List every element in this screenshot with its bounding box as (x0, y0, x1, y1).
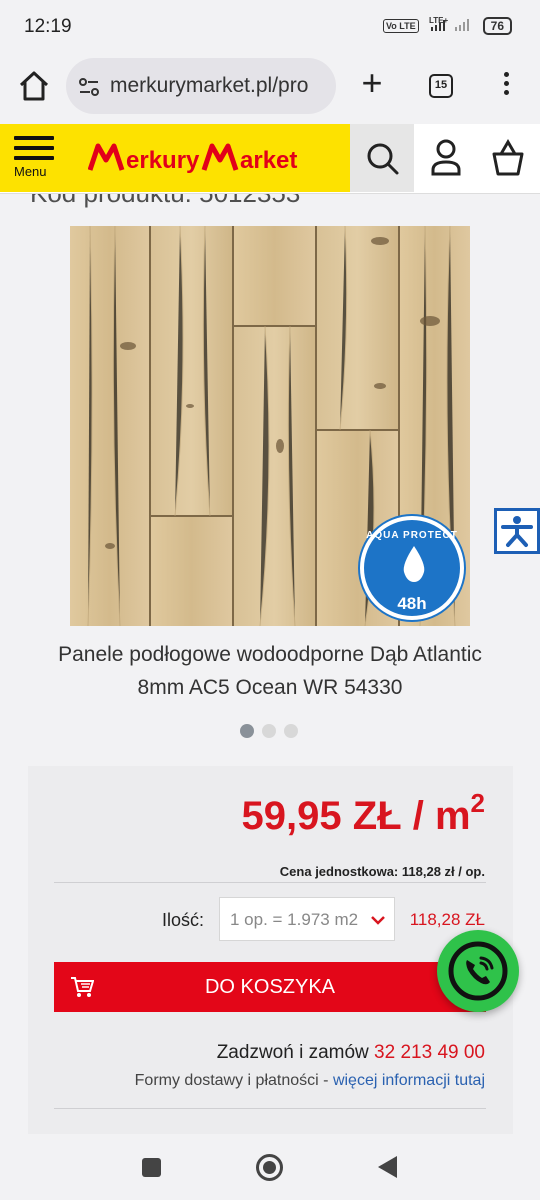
search-icon (367, 143, 399, 175)
status-icons: Vo LTE LTE+ 76 (382, 16, 512, 35)
aqua-protect-label: AQUA PROTECT (366, 530, 458, 541)
kebab-icon (503, 72, 509, 77)
browser-menu-button[interactable] (496, 68, 516, 104)
recents-button[interactable] (142, 1158, 161, 1177)
site-header: Menu erkury arket (0, 124, 540, 194)
system-nav-bar (0, 1134, 540, 1200)
chevron-down-icon (371, 916, 385, 925)
carousel-dots (240, 724, 298, 738)
water-drop-icon (403, 546, 425, 582)
cart-button[interactable] (482, 124, 534, 192)
home-icon (19, 71, 49, 101)
home-button[interactable] (16, 68, 52, 104)
header-brand-area: Menu erkury arket (0, 124, 350, 192)
accessibility-icon (501, 516, 533, 547)
unit-price-label: Cena jednostkowa: (279, 864, 399, 879)
menu-button[interactable]: Menu (14, 136, 60, 188)
divider (54, 882, 486, 883)
unit-price-value: 118,28 zł / op. (401, 864, 485, 879)
url-text[interactable]: merkurymarket.pl/pro (110, 74, 330, 98)
phone-link[interactable]: 32 213 49 00 (374, 1042, 485, 1063)
product-title: Panele podłogowe wodoodporne Dąb Atlanti… (58, 643, 482, 699)
quantity-total: 118,28 ZŁ (409, 910, 485, 929)
address-bar[interactable]: merkurymarket.pl/pro (66, 58, 336, 114)
tab-switcher-button[interactable]: 15 (429, 74, 453, 98)
browser-toolbar: merkurymarket.pl/pro + 15 (0, 52, 540, 122)
svg-text:LTE+: LTE+ (429, 16, 449, 25)
svg-text:erkury: erkury (126, 147, 200, 174)
carousel-dot-3[interactable] (284, 724, 298, 738)
more-info-link[interactable]: więcej informacji tutaj (333, 1072, 485, 1089)
quantity-value: 1 op. = 1.973 m2 (230, 910, 359, 929)
home-nav-button[interactable] (256, 1154, 283, 1181)
add-to-cart-label: DO KOSZYKA (204, 976, 336, 998)
delivery-info: Formy dostawy i płatności - więcej infor… (135, 1072, 485, 1090)
site-logo[interactable]: erkury arket (88, 142, 338, 174)
hamburger-icon (14, 136, 54, 140)
quantity-select[interactable]: 1 op. = 1.973 m2 (219, 897, 395, 941)
call-to-order: Zadzwoń i zamów 32 213 49 00 (217, 1042, 485, 1064)
battery-icon: 76 (482, 16, 512, 35)
delivery-text: Formy dostawy i płatności - (134, 1072, 329, 1089)
status-time: 12:19 (24, 16, 72, 37)
carousel-dot-1[interactable] (240, 724, 254, 738)
volte-icon: Vo LTE (382, 18, 419, 33)
product-image[interactable]: AQUA PROTECT 48h (70, 226, 470, 626)
quantity-label: Ilość: (162, 910, 205, 930)
phone-icon (448, 941, 508, 1001)
user-icon (431, 139, 461, 176)
basket-icon (492, 139, 524, 176)
unit-price: Cena jednostkowa: 118,28 zł / op. (280, 864, 485, 879)
account-button[interactable] (420, 124, 472, 192)
menu-label: Menu (14, 164, 47, 179)
call-fab-button[interactable] (437, 930, 519, 1012)
accessibility-button[interactable] (494, 508, 540, 554)
svg-text:arket: arket (240, 147, 297, 174)
new-tab-button[interactable]: + (356, 65, 388, 104)
site-settings-icon[interactable] (78, 76, 100, 103)
add-to-cart-button[interactable]: DO KOSZYKA (54, 962, 486, 1012)
call-text: Zadzwoń i zamów (216, 1042, 369, 1063)
status-bar: 12:19 Vo LTE LTE+ 76 (0, 0, 540, 52)
aqua-protect-badge: AQUA PROTECT 48h (360, 516, 464, 620)
signal-icon: LTE+ (429, 16, 473, 35)
price-per-m2: 59,95 ZŁ / m2 (241, 788, 485, 838)
aqua-protect-hours: 48h (397, 594, 427, 613)
divider (54, 1108, 486, 1109)
back-button[interactable] (378, 1156, 397, 1178)
search-button[interactable] (350, 124, 414, 192)
carousel-dot-2[interactable] (262, 724, 276, 738)
